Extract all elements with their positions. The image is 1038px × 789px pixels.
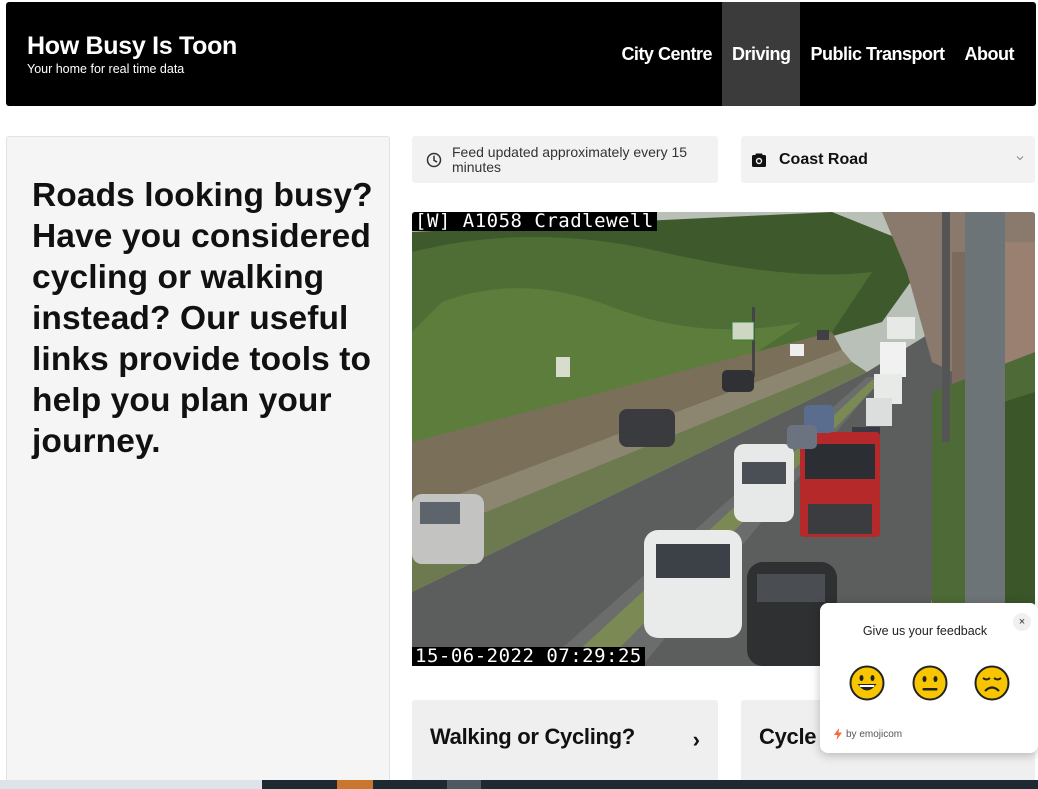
bolt-icon	[834, 728, 842, 740]
taskbar-app-icon[interactable]	[447, 780, 481, 789]
sad-emoji-icon[interactable]	[974, 665, 1010, 701]
traffic-camera-image: [W] A1058 Cradlewell 15-06-2022 07:29:25	[412, 212, 1035, 666]
info-text: Roads looking busy? Have you considered …	[32, 177, 373, 460]
walking-cycling-label: Walking or Cycling?	[430, 724, 635, 749]
camera-icon	[752, 153, 766, 167]
walking-cycling-card[interactable]: Walking or Cycling? ›	[412, 700, 718, 789]
site-header: How Busy Is Toon Your home for real time…	[6, 2, 1036, 106]
feed-notice: Feed updated approximately every 15 minu…	[412, 136, 718, 183]
info-card: Roads looking busy? Have you considered …	[6, 136, 390, 789]
emojicom-brand[interactable]: by emojicom	[832, 728, 902, 740]
cycle-label: Cycle	[759, 724, 817, 749]
camera-scene	[412, 212, 1035, 666]
feedback-title: Give us your feedback	[862, 624, 988, 638]
taskbar-search-box[interactable]	[0, 780, 262, 789]
main-nav: City Centre Driving Public Transport Abo…	[611, 2, 1036, 106]
site-subtitle: Your home for real time data	[27, 62, 185, 76]
camera-select[interactable]: Coast Road	[741, 136, 1035, 183]
feedback-brand-text: by emojicom	[846, 728, 903, 740]
nav-about[interactable]: About	[955, 2, 1036, 106]
feedback-widget: Give us your feedback × by emojicom	[820, 603, 1038, 753]
neutral-emoji-icon[interactable]	[912, 665, 948, 701]
taskbar-app-icon[interactable]	[337, 780, 373, 789]
camera-select-value: Coast Road	[779, 150, 868, 168]
chevron-down-icon	[1016, 156, 1024, 161]
brand[interactable]: How Busy Is Toon Your home for real time…	[27, 32, 237, 78]
feedback-close-button[interactable]: ×	[1013, 613, 1031, 631]
nav-driving[interactable]: Driving	[721, 2, 801, 106]
chevron-right-icon: ›	[692, 727, 700, 752]
nav-public-transport[interactable]: Public Transport	[800, 2, 954, 106]
feed-update-text: Feed updated approximately every 15 minu…	[452, 143, 688, 175]
camera-timestamp-overlay: 15-06-2022 07:29:25	[412, 647, 645, 666]
site-title[interactable]: How Busy Is Toon	[27, 32, 237, 60]
clock-icon	[426, 152, 442, 167]
nav-city-centre[interactable]: City Centre	[611, 2, 722, 106]
happy-emoji-icon[interactable]	[849, 665, 885, 701]
camera-location-overlay: [W] A1058 Cradlewell	[412, 212, 657, 231]
